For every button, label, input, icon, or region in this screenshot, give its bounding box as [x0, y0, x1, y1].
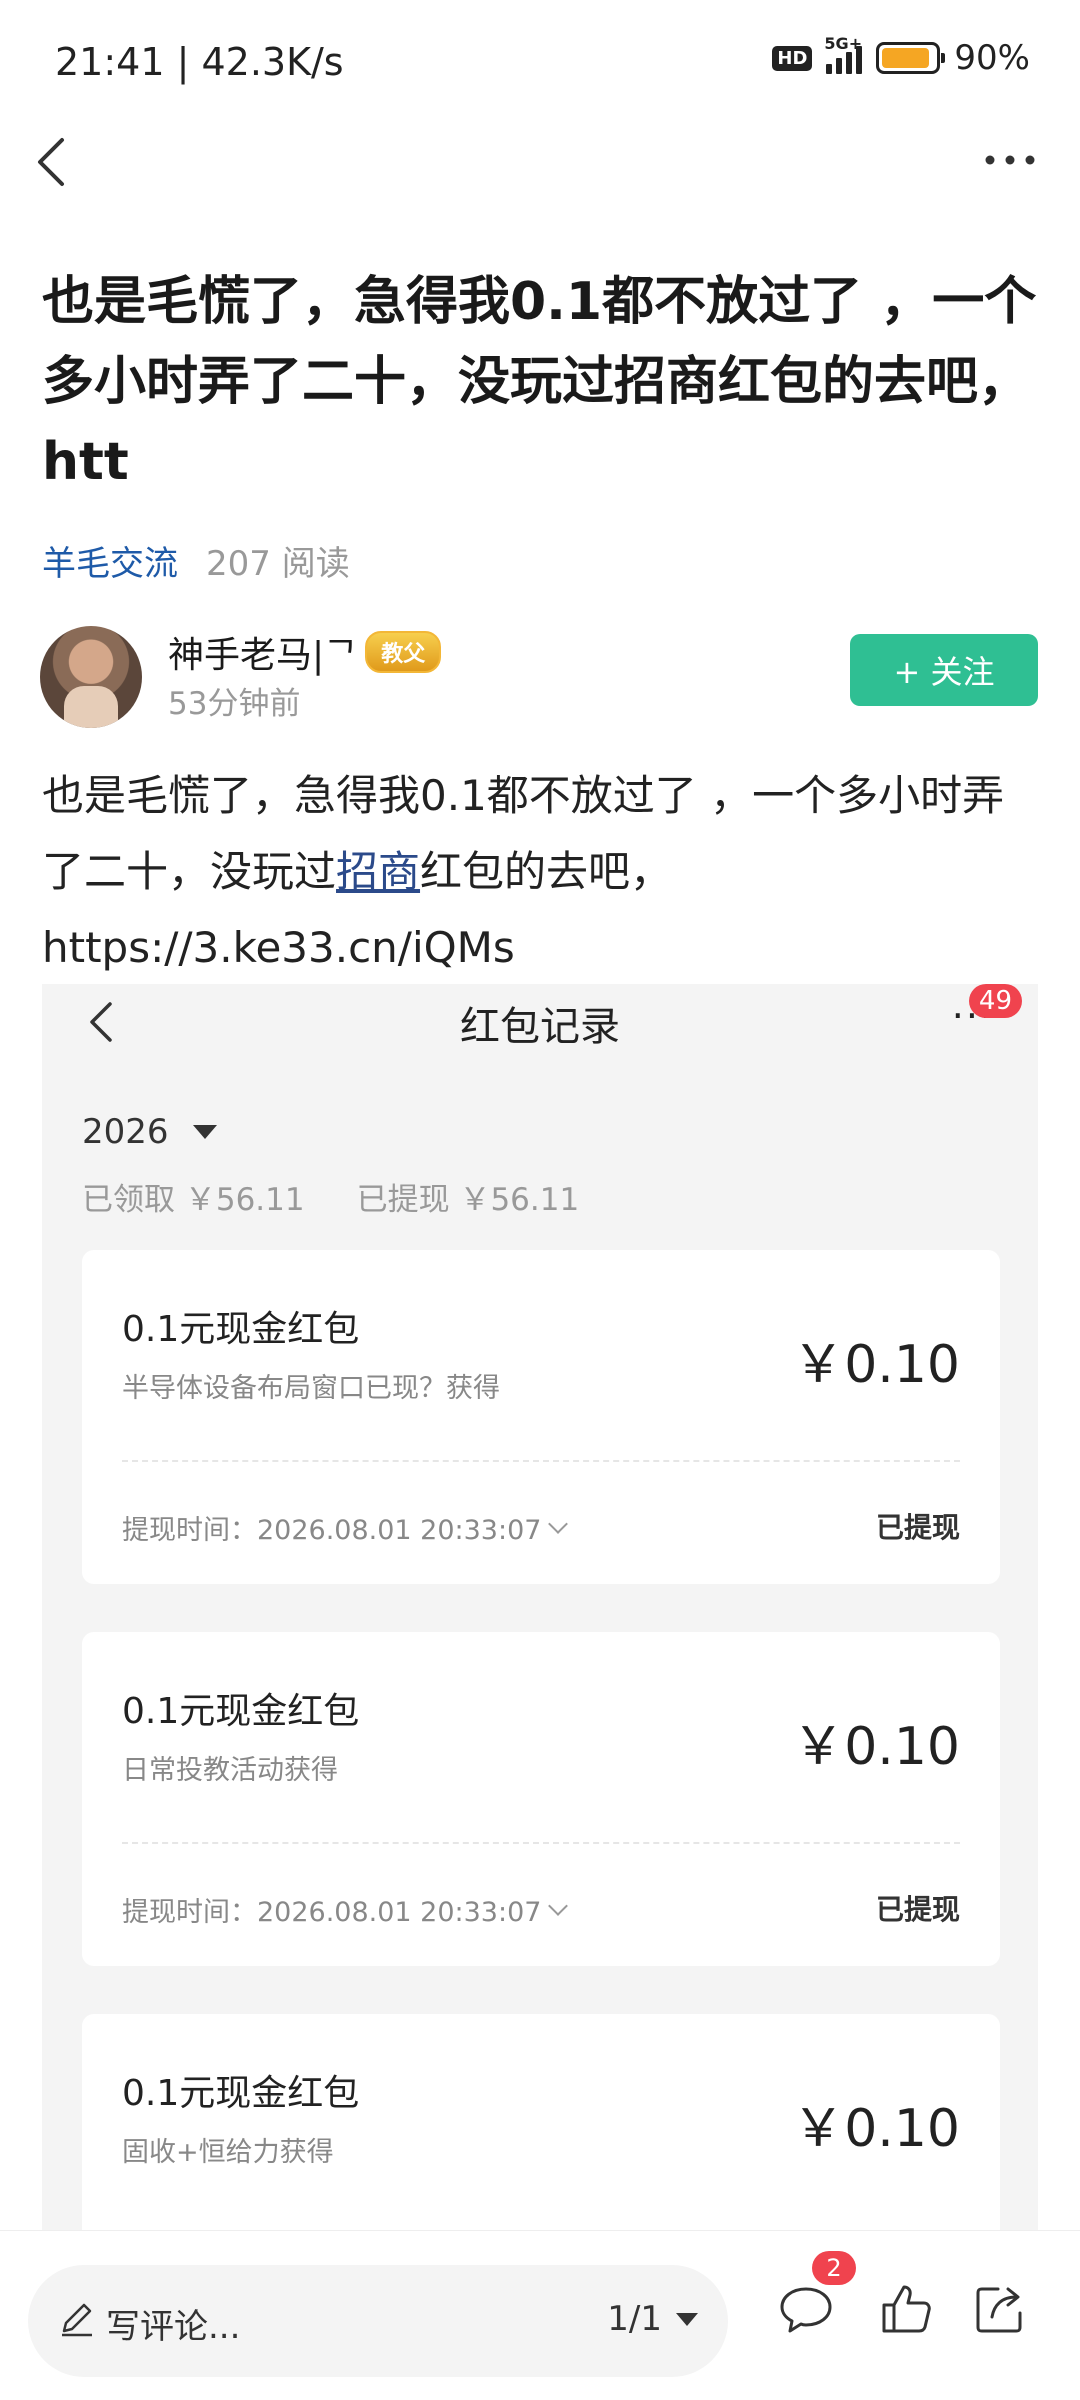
page-selector[interactable]: 1/1 [607, 2299, 698, 2339]
avatar[interactable] [40, 626, 142, 728]
card-time-row: 提现时间：2026.08.01 20:33:07 [122, 1508, 569, 1547]
redpacket-card: 0.1元现金红包 固收+恒给力获得 ￥0.10 [82, 2014, 1000, 2230]
share-icon[interactable] [970, 2279, 1030, 2339]
embedded-screenshot[interactable]: 红包记录 ··· 49 2026 已领取 ￥56.11 已提现 ￥56.11 0… [42, 984, 1038, 2230]
content-text-2: 红包的去吧， [420, 847, 673, 896]
screenshot-title: 红包记录 [460, 1004, 620, 1050]
read-count: 207 阅读 [206, 544, 350, 584]
card-amount: ￥0.10 [792, 1335, 960, 1395]
follow-button[interactable]: + 关注 [850, 634, 1038, 706]
status-indicators: HD 5G+ 90% [772, 34, 1030, 78]
card-status: 已提现 [875, 1511, 960, 1544]
chevron-down-icon [548, 1895, 569, 1916]
card-status: 已提现 [875, 1893, 960, 1926]
status-time: 21:41 | 42.3K/s [55, 40, 344, 84]
more-dots-icon[interactable] [980, 140, 1040, 180]
post-meta: 羊毛交流 207 阅读 [42, 536, 350, 585]
card-amount: ￥0.10 [792, 1717, 960, 1777]
signal-icon: 5G+ [824, 34, 863, 74]
comment-input[interactable]: 写评论... 1/1 [28, 2265, 728, 2377]
hd-icon: HD [772, 45, 813, 71]
battery-icon [876, 42, 946, 74]
pencil-icon [62, 2303, 92, 2337]
battery-percent: 90% [954, 38, 1030, 78]
content-link[interactable]: 招商 [336, 847, 420, 896]
redpacket-card: 0.1元现金红包 半导体设备布局窗口已现？获得 ￥0.10 提现时间：2026.… [82, 1250, 1000, 1584]
top-nav [0, 120, 1080, 200]
author-name-row[interactable]: 神手老马|ᄀ 教父 [168, 626, 442, 678]
like-icon[interactable] [876, 2279, 936, 2339]
year-selector: 2026 [82, 1112, 217, 1152]
author-badge: 教父 [365, 631, 442, 673]
comment-icon[interactable] [776, 2279, 836, 2339]
author-name: 神手老马|ᄀ [168, 635, 358, 676]
comment-count-badge: 2 [812, 2251, 856, 2285]
card-time: 提现时间：2026.08.01 20:33:07 [122, 1897, 542, 1928]
category-link[interactable]: 羊毛交流 [42, 536, 178, 585]
card-time-row: 提现时间：2026.08.01 20:33:07 [122, 1890, 569, 1929]
comment-placeholder: 写评论... [106, 2307, 241, 2347]
post-content: 也是毛慌了，急得我0.1都不放过了 ，一个多小时弄了二十，没玩过招商红包的去吧，… [42, 758, 1042, 986]
notification-badge: 49 [968, 984, 1022, 1018]
card-source: 固收+恒给力获得 [122, 2137, 334, 2168]
content-url[interactable]: https://3.ke33.cn/iQMs [42, 923, 515, 972]
redpacket-card: 0.1元现金红包 日常投教活动获得 ￥0.10 提现时间：2026.08.01 … [82, 1632, 1000, 1966]
back-arrow-icon[interactable] [28, 132, 78, 192]
screenshot-header: 红包记录 ··· 49 [42, 984, 1038, 1064]
card-amount: ￥0.10 [792, 2099, 960, 2159]
card-source: 日常投教活动获得 [122, 1755, 338, 1786]
chevron-down-icon [548, 1513, 569, 1534]
card-title: 0.1元现金红包 [122, 1309, 360, 1350]
post-title: 也是毛慌了，急得我0.1都不放过了 ，一个多小时弄了二十，没玩过招商红包的去吧，… [42, 272, 1037, 492]
bottom-bar: 写评论... 1/1 2 [0, 2230, 1080, 2400]
dropdown-triangle-icon [676, 2312, 698, 2326]
status-bar: 21:41 | 42.3K/s HD 5G+ 90% [0, 0, 1080, 120]
card-source: 半导体设备布局窗口已现？获得 [122, 1373, 500, 1404]
card-title: 0.1元现金红包 [122, 1691, 360, 1732]
pager-label: 1/1 [607, 2299, 662, 2339]
card-divider [122, 1460, 960, 1462]
summary-row: 已领取 ￥56.11 已提现 ￥56.11 [82, 1174, 579, 1219]
post-time: 53分钟前 [168, 686, 301, 722]
received-total: 已领取 ￥56.11 [82, 1182, 305, 1218]
dropdown-triangle-icon [192, 1125, 217, 1139]
card-title: 0.1元现金红包 [122, 2073, 360, 2114]
author-row: 神手老马|ᄀ 教父 53分钟前 + 关注 [40, 626, 1040, 736]
network-type: 5G+ [824, 34, 863, 53]
card-divider [122, 1842, 960, 1844]
withdrawn-total: 已提现 ￥56.11 [356, 1182, 580, 1218]
year-label: 2026 [82, 1112, 169, 1152]
card-time: 提现时间：2026.08.01 20:33:07 [122, 1515, 542, 1546]
